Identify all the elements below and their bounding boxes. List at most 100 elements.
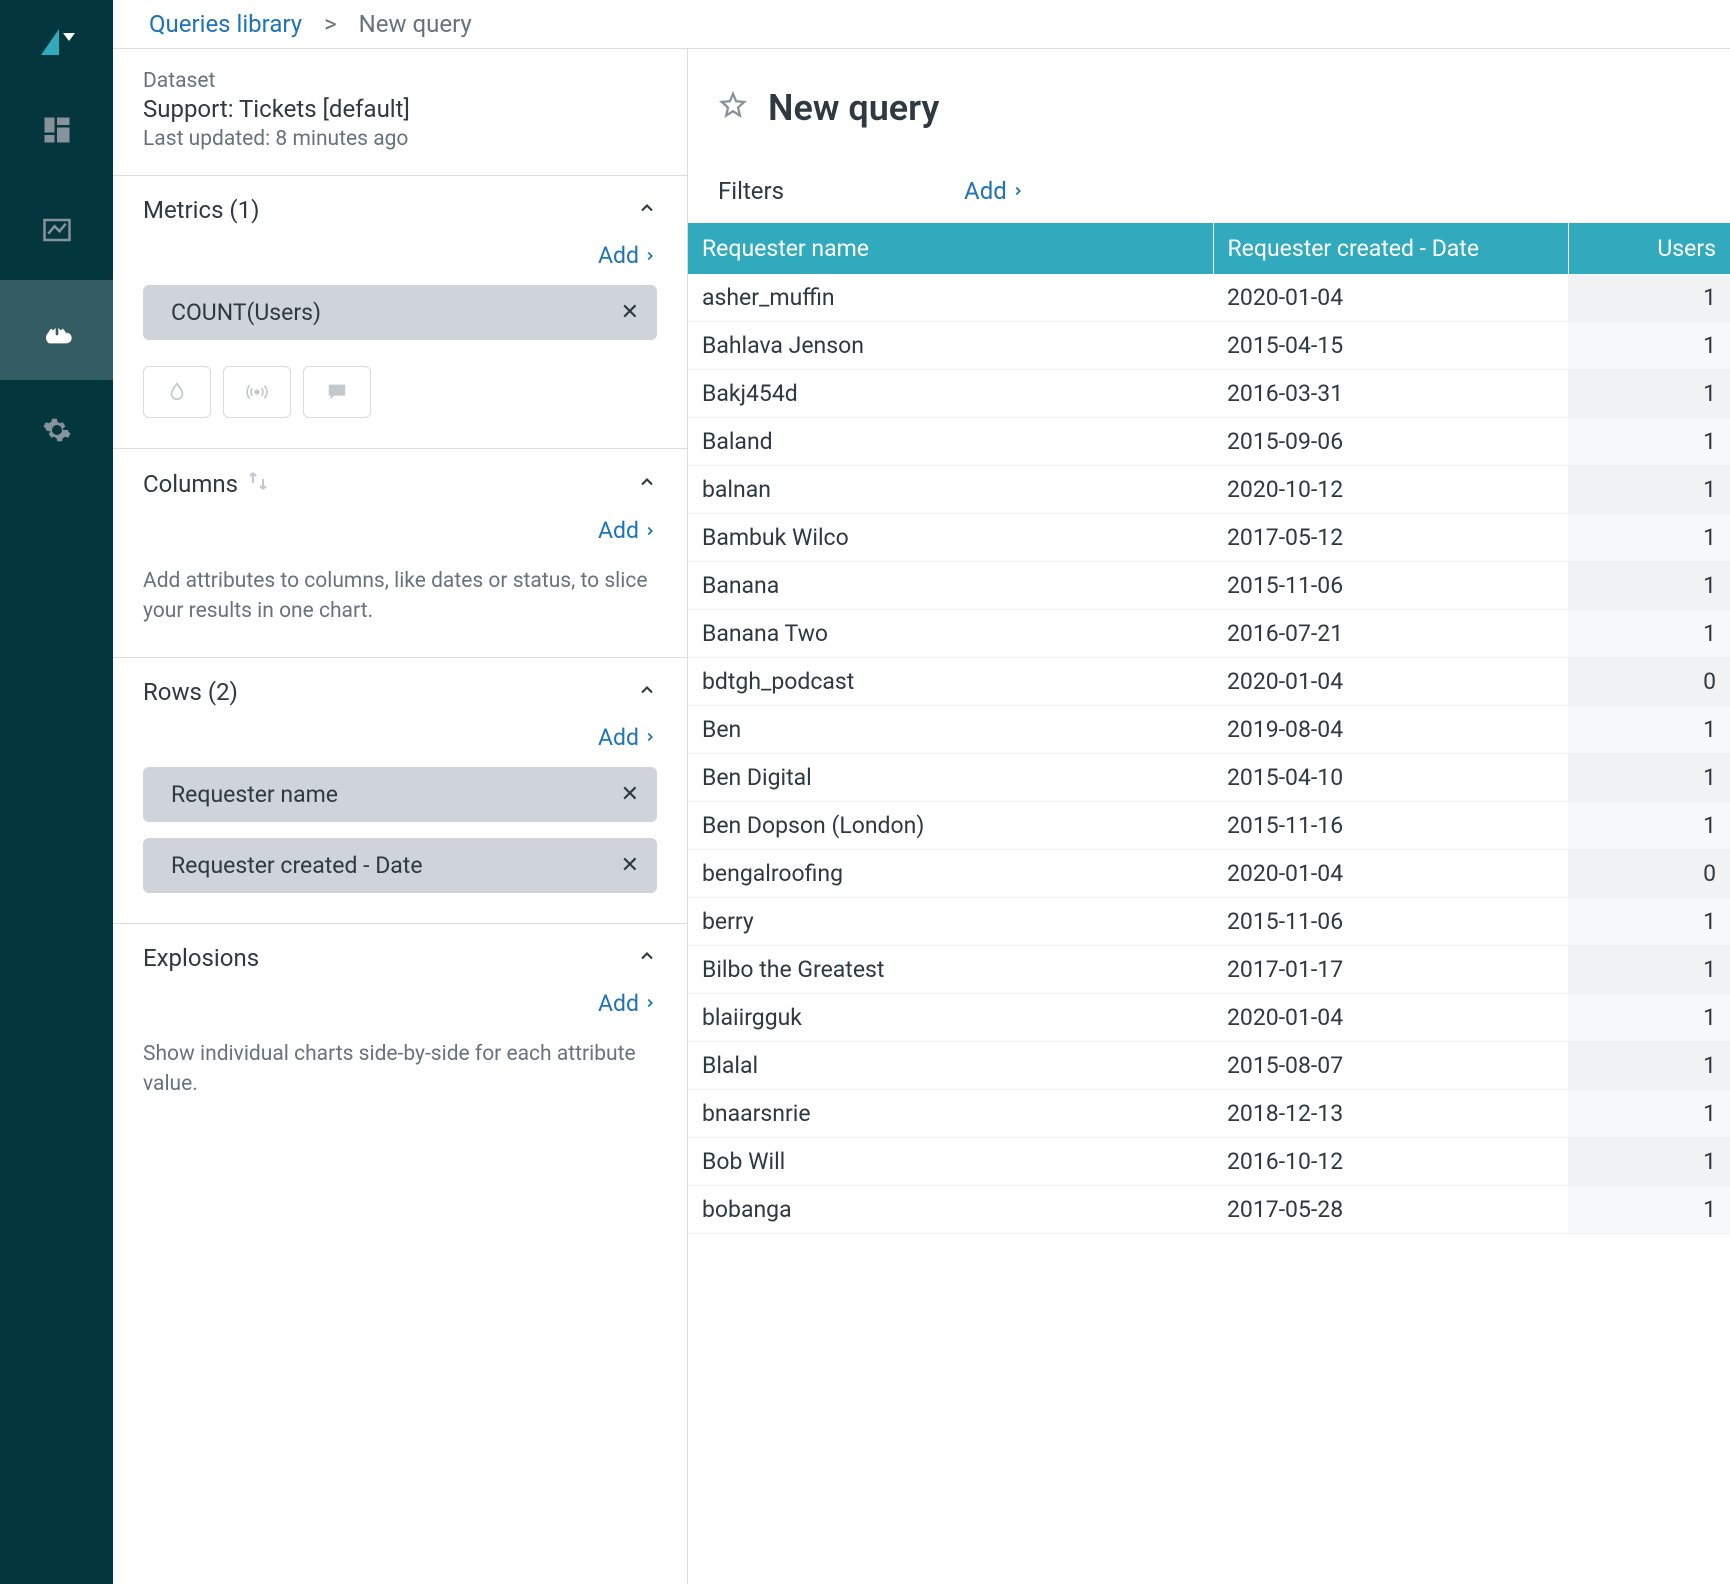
table-header-requester-date[interactable]: Requester created - Date [1213,223,1568,274]
close-icon[interactable]: ✕ [621,300,639,325]
app-logo[interactable] [0,10,113,80]
cell-users: 1 [1568,706,1730,754]
table-row[interactable]: Bambuk Wilco2017-05-121 [688,514,1730,562]
columns-section: Columns Add Add attributes to c [113,449,687,658]
table-row[interactable]: Bakj454d2016-03-311 [688,370,1730,418]
table-row[interactable]: bnaarsnrie2018-12-131 [688,1090,1730,1138]
chevron-up-icon[interactable] [637,196,657,224]
query-config-panel: Dataset Support: Tickets [default] Last … [113,49,688,1584]
cell-requester-name: asher_muffin [688,274,1213,322]
cell-users: 1 [1568,1090,1730,1138]
cell-requester-name: Bambuk Wilco [688,514,1213,562]
table-row[interactable]: Baland2015-09-061 [688,418,1730,466]
cell-requester-name: Banana Two [688,610,1213,658]
table-row[interactable]: Banana Two2016-07-211 [688,610,1730,658]
metrics-title: Metrics (1) [143,196,259,224]
close-icon[interactable]: ✕ [621,853,639,878]
cell-requester-name: Baland [688,418,1213,466]
explosions-add-button[interactable]: Add [143,990,657,1017]
cell-requester-date: 2016-03-31 [1213,370,1568,418]
cell-requester-name: bnaarsnrie [688,1090,1213,1138]
cell-requester-date: 2018-12-13 [1213,1090,1568,1138]
table-row[interactable]: bobanga2017-05-281 [688,1186,1730,1234]
cell-requester-name: Bahlava Jenson [688,322,1213,370]
breadcrumb: Queries library > New query [113,0,1730,48]
comment-icon[interactable] [303,366,371,418]
rows-add-button[interactable]: Add [143,724,657,751]
chevron-up-icon[interactable] [637,678,657,706]
filters-label: Filters [718,177,784,205]
cell-requester-name: blaiirgguk [688,994,1213,1042]
cell-requester-name: Ben Dopson (London) [688,802,1213,850]
row-chip[interactable]: Requester name ✕ [143,767,657,822]
table-row[interactable]: Banana2015-11-061 [688,562,1730,610]
cell-requester-date: 2015-11-06 [1213,898,1568,946]
nav-settings[interactable] [0,380,113,480]
table-row[interactable]: Bahlava Jenson2015-04-151 [688,322,1730,370]
table-row[interactable]: bdtgh_podcast2020-01-040 [688,658,1730,706]
star-icon[interactable] [718,90,748,126]
cell-requester-name: Blalal [688,1042,1213,1090]
table-row[interactable]: Bilbo the Greatest2017-01-171 [688,946,1730,994]
cell-users: 1 [1568,466,1730,514]
chevron-up-icon[interactable] [637,470,657,498]
cell-users: 0 [1568,658,1730,706]
cell-users: 1 [1568,610,1730,658]
broadcast-icon[interactable] [223,366,291,418]
table-header-users[interactable]: Users [1568,223,1730,274]
swap-icon[interactable] [246,469,270,499]
table-row[interactable]: Blalal2015-08-071 [688,1042,1730,1090]
cell-requester-name: Bilbo the Greatest [688,946,1213,994]
dataset-updated: Last updated: 8 minutes ago [143,127,657,151]
cell-requester-name: bengalroofing [688,850,1213,898]
cell-requester-date: 2015-11-06 [1213,562,1568,610]
breadcrumb-current: New query [359,10,472,38]
nav-datasets[interactable] [0,280,113,380]
table-row[interactable]: Ben Dopson (London)2015-11-161 [688,802,1730,850]
table-header-requester-name[interactable]: Requester name [688,223,1213,274]
metric-chip[interactable]: COUNT(Users) ✕ [143,285,657,340]
cell-users: 1 [1568,802,1730,850]
table-row[interactable]: bengalroofing2020-01-040 [688,850,1730,898]
chevron-up-icon[interactable] [637,944,657,972]
filters-add-button[interactable]: Add [964,177,1025,205]
close-icon[interactable]: ✕ [621,782,639,807]
table-row[interactable]: asher_muffin2020-01-041 [688,274,1730,322]
row-chip-label: Requester name [171,781,338,808]
cell-requester-name: bobanga [688,1186,1213,1234]
row-chip[interactable]: Requester created - Date ✕ [143,838,657,893]
table-row[interactable]: Ben Digital2015-04-101 [688,754,1730,802]
cell-users: 1 [1568,322,1730,370]
cell-requester-name: Ben Digital [688,754,1213,802]
cell-requester-date: 2020-10-12 [1213,466,1568,514]
columns-add-button[interactable]: Add [143,517,657,544]
table-row[interactable]: blaiirgguk2020-01-041 [688,994,1730,1042]
cell-requester-date: 2020-01-04 [1213,850,1568,898]
explosions-title: Explosions [143,944,259,972]
cell-requester-name: Banana [688,562,1213,610]
explosions-section: Explosions Add Show individual charts si… [113,924,687,1130]
cell-users: 1 [1568,1186,1730,1234]
cell-users: 1 [1568,754,1730,802]
cell-users: 1 [1568,994,1730,1042]
breadcrumb-library-link[interactable]: Queries library [149,10,302,38]
cell-requester-date: 2019-08-04 [1213,706,1568,754]
nav-reports[interactable] [0,180,113,280]
metrics-add-button[interactable]: Add [143,242,657,269]
cell-users: 1 [1568,514,1730,562]
cell-requester-name: Bob Will [688,1138,1213,1186]
dataset-label: Dataset [143,69,657,93]
table-row[interactable]: Bob Will2016-10-121 [688,1138,1730,1186]
table-row[interactable]: berry2015-11-061 [688,898,1730,946]
droplet-icon[interactable] [143,366,211,418]
table-row[interactable]: balnan2020-10-121 [688,466,1730,514]
dataset-name: Support: Tickets [default] [143,95,657,123]
cell-requester-date: 2020-01-04 [1213,994,1568,1042]
cell-requester-date: 2015-08-07 [1213,1042,1568,1090]
rows-section: Rows (2) Add Requester name ✕ Re [113,658,687,924]
nav-dashboards[interactable] [0,80,113,180]
cell-requester-date: 2015-04-15 [1213,322,1568,370]
cell-requester-name: balnan [688,466,1213,514]
table-row[interactable]: Ben2019-08-041 [688,706,1730,754]
cell-users: 1 [1568,562,1730,610]
